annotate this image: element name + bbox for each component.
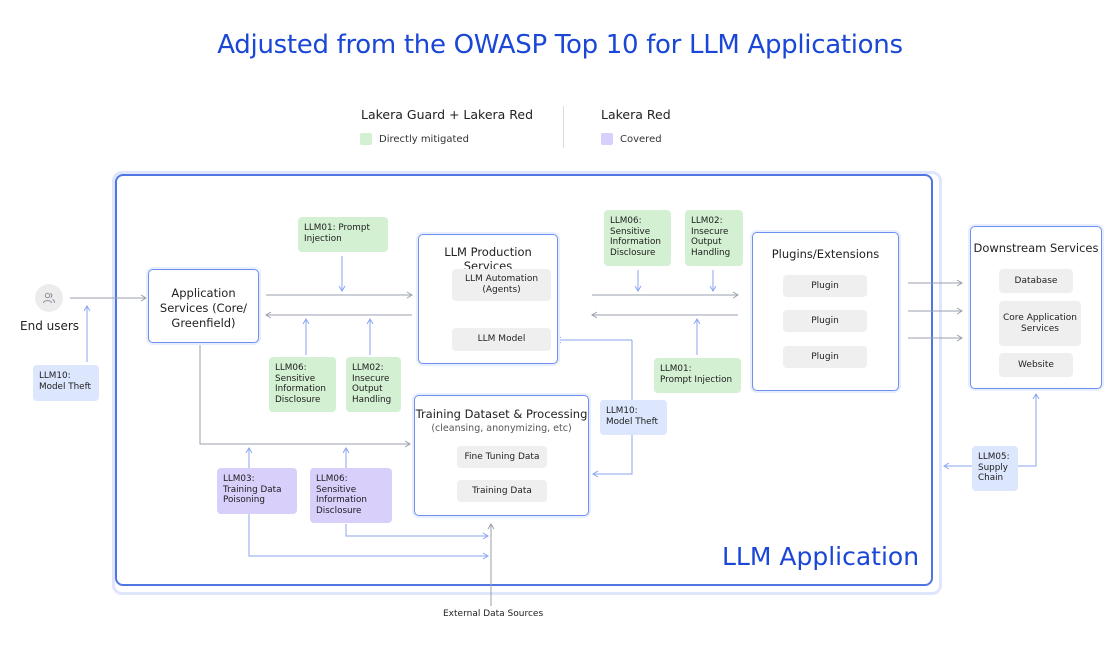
edge-llm06-to-training — [345, 524, 489, 540]
application-services-box[interactable]: Application Services (Core/ Greenfield) — [148, 269, 259, 343]
chip-plugin-1[interactable]: Plugin — [783, 275, 867, 297]
chip-database[interactable]: Database — [999, 269, 1073, 293]
users-icon — [35, 284, 63, 312]
risk-tag-llm06-sensitive-info[interactable]: LLM06: Sensitive Information Disclosure — [269, 357, 336, 412]
risk-tag-llm01-prompt-injection-right[interactable]: LLM01: Prompt Injection — [654, 358, 741, 393]
plugins-title: Plugins/Extensions — [771, 247, 880, 261]
chip-llm-model[interactable]: LLM Model — [452, 328, 551, 351]
chip-website[interactable]: Website — [999, 353, 1073, 377]
edge-llm05-to-downstream — [1018, 393, 1040, 467]
production-services-box[interactable]: LLM Production Services LLM Automation (… — [418, 234, 558, 364]
chip-training-data[interactable]: Training Data — [457, 480, 547, 502]
risk-tag-llm10-model-theft[interactable]: LLM10: Model Theft — [33, 365, 99, 401]
risk-tag-llm06-sensitive-info-right[interactable]: LLM06: Sensitive Information Disclosure — [604, 210, 671, 266]
end-users-label: End users — [20, 319, 80, 333]
chip-core-application-services[interactable]: Core Application Services — [999, 301, 1081, 346]
risk-tag-llm06-sensitive-info-bottom[interactable]: LLM06: Sensitive Information Disclosure — [310, 468, 392, 523]
external-data-sources-label: External Data Sources — [443, 609, 544, 619]
risk-tag-llm02-insecure-output[interactable]: LLM02: Insecure Output Handling — [346, 357, 401, 412]
chip-plugin-2[interactable]: Plugin — [783, 310, 867, 332]
training-dataset-title: Training Dataset & Processing — [415, 407, 588, 421]
chip-llm-automation[interactable]: LLM Automation (Agents) — [452, 269, 551, 301]
downstream-services-box[interactable]: Downstream Services Database Core Applic… — [970, 226, 1102, 389]
risk-tag-llm05-supply-chain[interactable]: LLM05: Supply Chain — [972, 446, 1018, 491]
risk-tag-llm10-model-theft-mid[interactable]: LLM10: Model Theft — [600, 400, 667, 435]
downstream-services-title: Downstream Services — [973, 241, 1099, 255]
chip-fine-tuning-data[interactable]: Fine Tuning Data — [457, 446, 547, 468]
application-services-title: Application Services (Core/ Greenfield) — [159, 286, 248, 330]
training-dataset-box[interactable]: Training Dataset & Processing (cleansing… — [414, 395, 589, 516]
risk-tag-llm01-prompt-injection[interactable]: LLM01: Prompt Injection — [298, 217, 388, 252]
plugins-box[interactable]: Plugins/Extensions Plugin Plugin Plugin — [752, 232, 899, 391]
training-dataset-subtitle: (cleansing, anonymizing, etc) — [431, 423, 572, 434]
risk-tag-llm02-insecure-output-right[interactable]: LLM02: Insecure Output Handling — [685, 210, 743, 266]
risk-tag-llm03-data-poisoning[interactable]: LLM03: Training Data Poisoning — [217, 468, 297, 514]
chip-plugin-3[interactable]: Plugin — [783, 346, 867, 368]
